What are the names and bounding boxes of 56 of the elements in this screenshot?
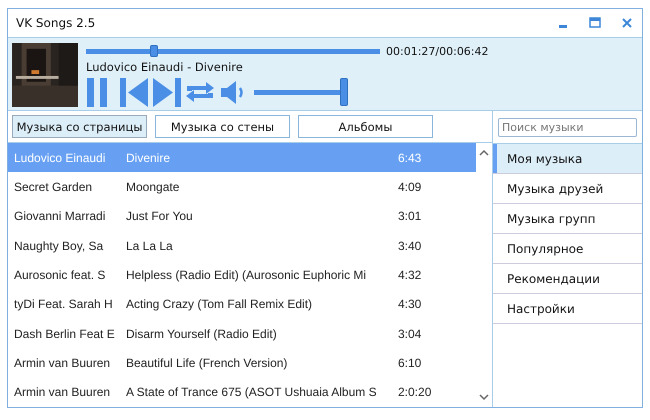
title-cell-text: Divenire	[126, 150, 172, 165]
artist-cell-text: Giovanni Marradi	[14, 209, 106, 224]
title-cell-text: La La La	[126, 238, 174, 253]
song-row[interactable]: Secret Garden Moongate 4:09	[8, 172, 476, 202]
search-field[interactable]: Поиск музыки	[498, 118, 637, 137]
song-row[interactable]: Aurosonic feat. S Helpless (Radio Edit) (Aurosonic Euphoric Mi 4:32	[8, 260, 476, 290]
duration-cell: 4:30	[398, 297, 422, 312]
artist-cell-text: Ludovico Einaudi	[14, 150, 106, 165]
scroll-up-icon[interactable]	[479, 149, 489, 157]
title-cell-text: A State of Trance 675 (ASOT Ushuaia Album S	[126, 385, 378, 400]
artist-cell-text: Dash Berlin Feat E	[14, 326, 116, 341]
title-cell-text: Moongate	[126, 180, 180, 194]
window-title: VK Songs 2.5	[16, 16, 96, 30]
song-row[interactable]: Naughty Boy, Sa La La La 3:40	[8, 230, 476, 260]
artist-cell-text: Armin van Buuren	[14, 385, 112, 400]
next-icon[interactable]	[152, 76, 182, 108]
song-row[interactable]: tyDi Feat. Sarah H Acting Crazy (Tom Fall Remix Edit) 4:30	[8, 290, 476, 319]
duration-cell: 4:09	[398, 180, 422, 194]
song-row[interactable]: Armin van Buuren Beautiful Life (French Version) 6:10	[8, 348, 476, 378]
song-row[interactable]: Giovanni Marradi Just For You 3:01	[8, 202, 476, 231]
nav-item[interactable]: Популярное	[493, 234, 642, 264]
artist-cell-text: Armin van Buuren	[14, 356, 112, 370]
artist-cell-text: Aurosonic feat. S	[14, 268, 106, 282]
tab[interactable]: Музыка со стены	[155, 115, 290, 138]
song-row[interactable]: Armin van Buuren A State of Trance 675 (ASOT Ushuaia Album S 2:0:20	[8, 378, 476, 407]
title-cell-text: Helpless (Radio Edit) (Aurosonic Euphoric Mi	[126, 268, 368, 282]
time-readout: 00:01:27/00:06:42	[386, 44, 489, 58]
song-row[interactable]: Dash Berlin Feat E Disarm Yourself (Radio Edit) 3:04	[8, 318, 476, 348]
volume-slider[interactable]	[254, 78, 348, 106]
track-name: Ludovico Einaudi - Divenire	[86, 60, 244, 74]
duration-cell: 6:10	[398, 356, 422, 370]
artist-cell-text: tyDi Feat. Sarah H	[14, 297, 114, 312]
duration-cell: 3:04	[398, 326, 422, 341]
artist-cell-text: Naughty Boy, Sa	[14, 238, 104, 253]
artist-cell-text: Secret Garden	[14, 180, 94, 194]
nav-item[interactable]: Рекомендации	[493, 264, 642, 294]
duration-cell: 3:01	[398, 209, 422, 224]
duration-cell: 6:43	[398, 150, 422, 165]
title-cell-text: Disarm Yourself (Radio Edit)	[126, 326, 278, 341]
scroll-down-icon[interactable]	[479, 393, 489, 401]
duration-cell: 2:0:20	[398, 385, 432, 400]
tab[interactable]: Музыка со страницы	[12, 115, 147, 138]
tab[interactable]: Альбомы	[298, 115, 433, 138]
close-icon[interactable]	[620, 16, 634, 30]
title-cell-text: Acting Crazy (Tom Fall Remix Edit)	[126, 297, 314, 312]
seek-slider[interactable]	[86, 43, 380, 59]
nav-item[interactable]: Музыка друзей	[493, 174, 642, 204]
previous-icon[interactable]	[120, 76, 150, 108]
nav-item[interactable]: Музыка групп	[493, 204, 642, 234]
duration-cell: 3:40	[398, 238, 422, 253]
duration-cell: 4:32	[398, 268, 422, 282]
nav-item[interactable]: Настройки	[493, 294, 642, 324]
maximize-icon[interactable]	[588, 16, 602, 30]
title-cell-text: Just For You	[126, 209, 194, 224]
nav-item[interactable]: Моя музыка	[493, 144, 642, 174]
title-cell-text: Beautiful Life (French Version)	[126, 356, 288, 370]
